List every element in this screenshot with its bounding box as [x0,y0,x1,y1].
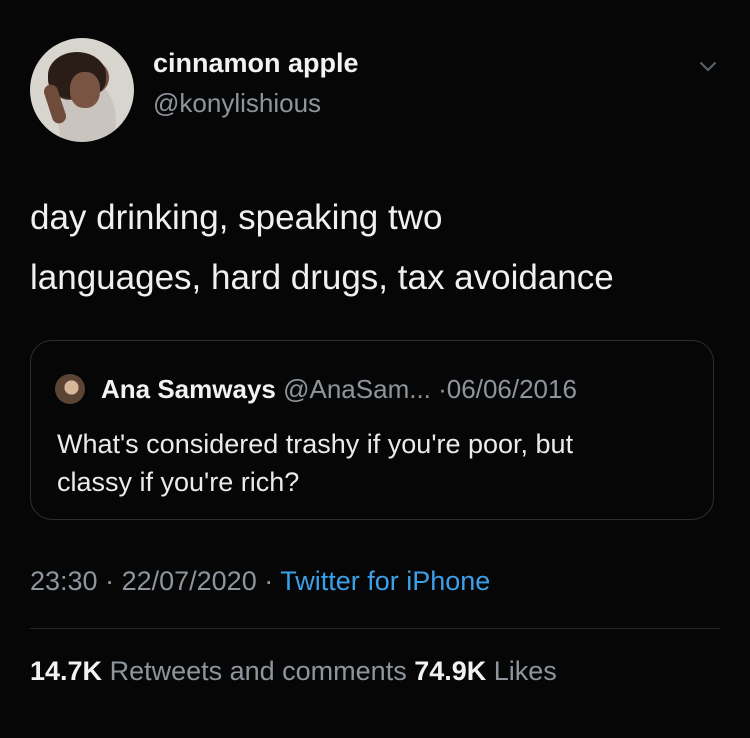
tweet-date[interactable]: 22/07/2020 [122,566,257,596]
tweet-card: cinnamon apple @konylishious day drinkin… [0,0,750,738]
likes-count: 74.9K [414,656,487,686]
tweet-header: cinnamon apple @konylishious [30,38,720,142]
quoted-author-name: Ana Samways [101,374,276,404]
quoted-date: 06/06/2016 [446,374,577,404]
tweet-timestamp: 23:30 · 22/07/2020 · Twitter for iPhone [30,566,490,597]
quoted-author-avatar [55,374,85,404]
avatar-face [70,72,100,108]
retweets-stat[interactable]: 14.7K Retweets and comments [30,656,414,686]
author-display-name[interactable]: cinnamon apple [153,48,359,79]
tweet-text-line: day drinking, speaking two [30,198,443,237]
tweet-text: day drinking, speaking two languages, ha… [30,188,730,308]
author-handle[interactable]: @konylishious [153,88,321,119]
tweet-time[interactable]: 23:30 [30,566,98,596]
timestamp-dot: · [97,566,122,596]
likes-stat[interactable]: 74.9K Likes [414,656,557,686]
quoted-tweet-header: Ana Samways @AnaSam... ·06/06/2016 [101,374,577,404]
author-avatar[interactable] [30,38,134,142]
quoted-text-line: What's considered trashy if you're poor,… [57,429,574,459]
tweet-text-line: languages, hard drugs, tax avoidance [30,258,614,297]
timestamp-dot: · [256,566,281,596]
likes-label: Likes [486,656,557,686]
quoted-author-handle-text: @AnaSam... [283,374,431,404]
divider [30,628,720,629]
tweet-stats: 14.7K Retweets and comments 74.9K Likes [30,656,557,687]
retweets-label: Retweets and comments [102,656,415,686]
quoted-separator: · [430,374,447,404]
quoted-text-line: classy if you're rich? [57,467,300,497]
quoted-tweet-text: What's considered trashy if you're poor,… [57,425,697,501]
retweets-count: 14.7K [30,656,103,686]
chevron-down-icon[interactable] [696,54,720,78]
quoted-tweet[interactable]: Ana Samways @AnaSam... ·06/06/2016 What'… [30,340,714,520]
tweet-source-link[interactable]: Twitter for iPhone [280,566,490,596]
